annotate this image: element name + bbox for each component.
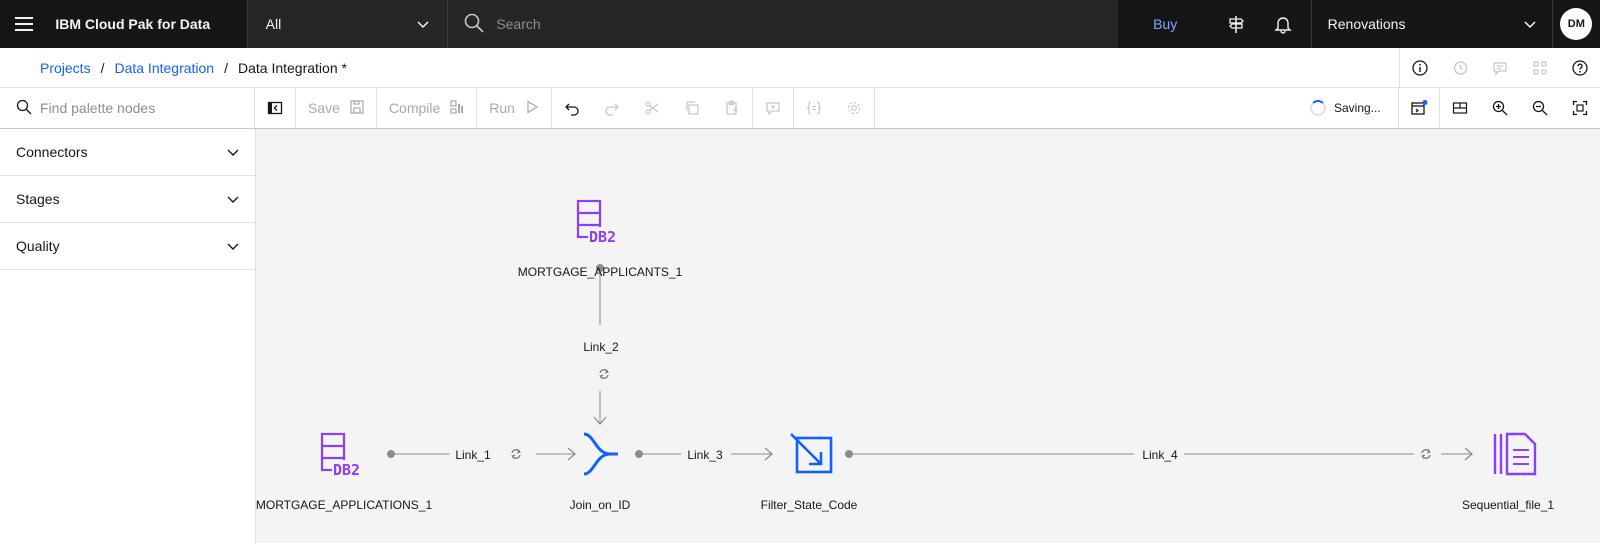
search-placeholder: Search — [496, 16, 541, 32]
palette-section-label: Connectors — [16, 144, 88, 160]
link-label[interactable]: Link_4 — [1136, 448, 1184, 462]
chevron-down-icon — [417, 16, 429, 32]
save-status-text: Saving... — [1334, 101, 1381, 115]
comment-add-icon[interactable] — [753, 88, 793, 128]
db2-connector-icon[interactable]: DB2 — [320, 432, 368, 479]
notification-bell-icon[interactable] — [1259, 0, 1306, 48]
node-label: MORTGAGE_APPLICANTS_1 — [517, 265, 683, 279]
toggle-palette-icon[interactable] — [255, 88, 295, 128]
refresh-icon[interactable] — [599, 369, 609, 379]
global-header: IBM Cloud Pak for Data All Search Buy Re… — [0, 0, 1600, 48]
compile-label: Compile — [388, 100, 441, 116]
paste-icon[interactable] — [712, 88, 752, 128]
refresh-icon[interactable] — [1421, 449, 1431, 459]
search-icon — [464, 13, 484, 36]
db2-connector-icon[interactable]: DB2 — [576, 199, 624, 246]
project-dropdown[interactable]: Renovations — [1310, 0, 1553, 48]
buy-link[interactable]: Buy — [1118, 16, 1212, 32]
signpost-icon[interactable] — [1212, 0, 1259, 48]
run-label: Run — [489, 100, 515, 116]
link-label[interactable]: Link_2 — [577, 340, 625, 354]
scope-value: All — [265, 16, 282, 32]
breadcrumb-projects[interactable]: Projects — [40, 60, 91, 76]
run-button[interactable]: Run — [477, 88, 551, 128]
filter-stage-icon[interactable] — [790, 433, 833, 474]
copy-icon[interactable] — [672, 88, 712, 128]
job-details-icon[interactable] — [1399, 88, 1439, 128]
palette-section-label: Quality — [16, 238, 60, 254]
product-name[interactable]: IBM Cloud Pak for Data — [47, 16, 244, 32]
flow-canvas[interactable]: DB2 DB2 MORTGAGE_APPLICANTS_1 MORTGAGE_A… — [256, 129, 1600, 543]
node-label: MORTGAGE_APPLICATIONS_1 — [255, 498, 433, 512]
comment-icon[interactable] — [1480, 48, 1520, 88]
flow-diagram: DB2 DB2 — [320, 199, 1537, 479]
link-label[interactable]: Link_1 — [449, 448, 497, 462]
scope-dropdown[interactable]: All — [246, 0, 449, 48]
play-icon — [525, 99, 539, 117]
breadcrumb-bar: Projects / Data Integration / Data Integ… — [0, 48, 1600, 88]
search-icon — [16, 99, 32, 118]
breadcrumb-separator: / — [100, 59, 105, 76]
fit-to-screen-icon[interactable] — [1560, 88, 1600, 128]
zoom-in-icon[interactable] — [1480, 88, 1520, 128]
breadcrumb-data-integration[interactable]: Data Integration — [114, 60, 214, 76]
compile-icon — [450, 99, 464, 117]
svg-text:DB2: DB2 — [589, 228, 616, 246]
palette-search-placeholder: Find palette nodes — [40, 100, 156, 116]
palette-section-quality[interactable]: Quality — [0, 223, 255, 270]
palette-section-connectors[interactable]: Connectors — [0, 129, 255, 176]
svg-text:DB2: DB2 — [333, 461, 360, 479]
undo-icon[interactable] — [552, 88, 592, 128]
settings-gear-icon[interactable] — [834, 88, 874, 128]
link-label[interactable]: Link_3 — [681, 448, 729, 462]
chevron-down-icon — [227, 144, 239, 160]
parameters-icon[interactable] — [794, 88, 834, 128]
palette-section-label: Stages — [16, 191, 60, 207]
toolbar-actions: Save Compile Run — [255, 88, 875, 128]
save-status: Saving... — [1310, 88, 1381, 128]
page-title: Data Integration * — [237, 59, 347, 76]
refresh-icon[interactable] — [511, 449, 521, 459]
save-label: Save — [308, 100, 340, 116]
cut-icon[interactable] — [632, 88, 672, 128]
settings-nodes-icon[interactable] — [1520, 48, 1560, 88]
canvas-toolbar: Find palette nodes Save Compile Run Savi… — [0, 88, 1600, 129]
breadcrumb-separator: / — [224, 59, 228, 76]
hamburger-menu-icon[interactable] — [0, 0, 47, 48]
page-actions — [1399, 48, 1600, 88]
history-icon[interactable] — [1440, 48, 1480, 88]
info-icon[interactable] — [1400, 48, 1440, 88]
chevron-down-icon — [227, 238, 239, 254]
node-palette: Connectors Stages Quality — [0, 129, 256, 543]
node-label: Sequential_file_1 — [1461, 498, 1555, 512]
arrange-icon[interactable] — [1440, 88, 1480, 128]
sequential-file-icon[interactable] — [1493, 432, 1537, 476]
redo-icon[interactable] — [592, 88, 632, 128]
save-icon — [350, 99, 364, 117]
global-search-input[interactable]: Search — [448, 0, 1119, 48]
canvas-view-controls — [1398, 88, 1600, 128]
node-label: Filter_State_Code — [760, 498, 858, 512]
loading-spinner-icon — [1310, 100, 1326, 116]
zoom-out-icon[interactable] — [1520, 88, 1560, 128]
chevron-down-icon — [1524, 16, 1536, 32]
join-stage-icon[interactable] — [583, 432, 618, 476]
avatar: DM — [1560, 8, 1593, 40]
node-label: Join_on_ID — [569, 498, 631, 512]
compile-button[interactable]: Compile — [377, 88, 476, 128]
help-icon[interactable] — [1560, 48, 1600, 88]
project-name: Renovations — [1327, 16, 1406, 32]
palette-search-input[interactable]: Find palette nodes — [0, 88, 255, 128]
toolbar-divider — [873, 88, 875, 128]
palette-section-stages[interactable]: Stages — [0, 176, 255, 223]
chevron-down-icon — [227, 191, 239, 207]
user-avatar-button[interactable]: DM — [1553, 0, 1600, 48]
save-button[interactable]: Save — [296, 88, 376, 128]
breadcrumb: Projects / Data Integration / Data Integ… — [0, 60, 347, 76]
